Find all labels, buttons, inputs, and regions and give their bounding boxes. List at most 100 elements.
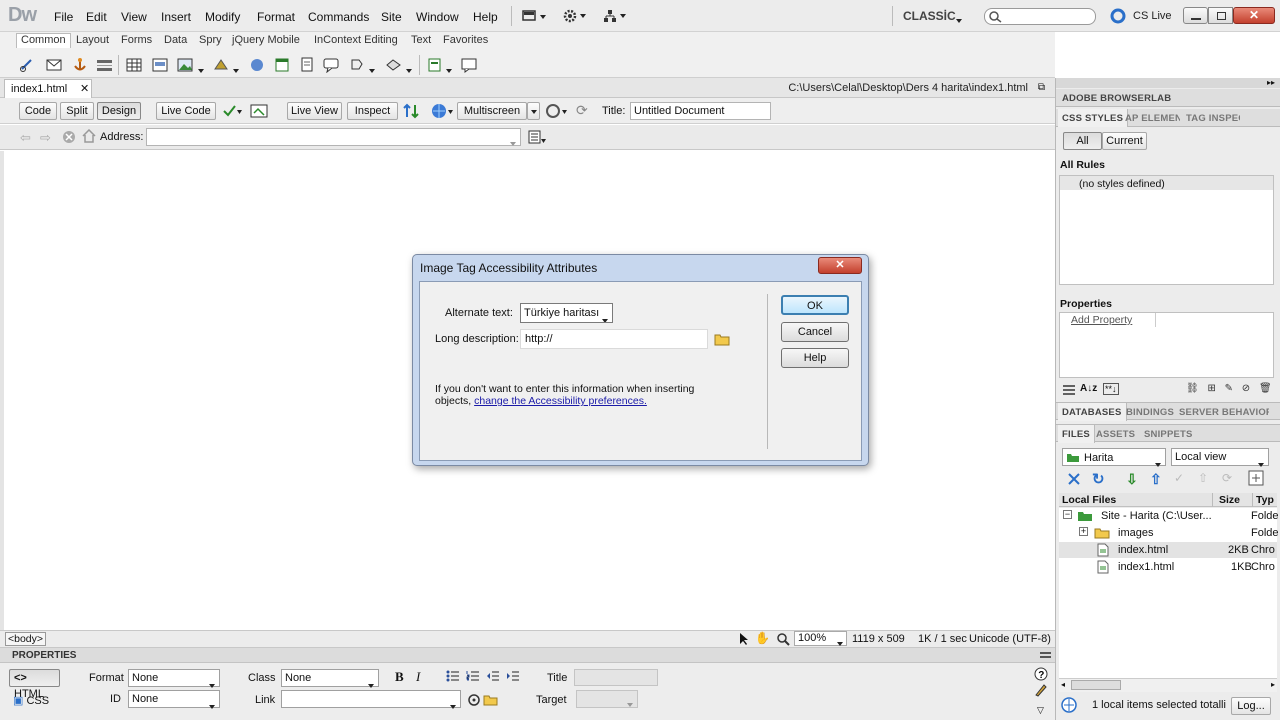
table-icon[interactable] [126, 57, 143, 73]
browserlab-header[interactable]: ADOBE BROWSERLAB [1056, 89, 1280, 107]
check-browser-icon[interactable] [222, 103, 244, 122]
ok-button[interactable]: OK [781, 295, 849, 315]
point-to-file-icon[interactable] [467, 693, 481, 710]
gear-icon[interactable] [563, 8, 589, 27]
tab-tag-inspector[interactable]: TAG INSPECTOR [1186, 113, 1240, 124]
help-search-input[interactable] [984, 8, 1096, 25]
insert-tab-data[interactable]: Data [161, 34, 190, 46]
css-all-button[interactable]: All [1063, 132, 1102, 150]
tab-ap-elements[interactable]: AP ELEMENTS [1125, 113, 1180, 124]
templates-icon[interactable] [427, 57, 444, 73]
layout-icon[interactable] [522, 9, 548, 26]
forward-icon[interactable]: ⇨ [40, 130, 51, 146]
window-size[interactable]: 1119 x 509 [852, 633, 905, 645]
insert-tab-common[interactable]: Common [16, 33, 71, 48]
named-anchor-icon[interactable] [72, 57, 89, 73]
file-management-icon[interactable] [403, 103, 425, 122]
insert-tab-favorites[interactable]: Favorites [440, 34, 491, 46]
inspect-button[interactable]: Inspect [347, 102, 398, 120]
cs-live-label[interactable]: CS Live [1133, 10, 1172, 22]
list-item[interactable]: + images Folde [1059, 525, 1279, 541]
widget-icon[interactable] [249, 57, 266, 73]
menu-window[interactable]: Window [416, 10, 459, 24]
collapse-dock-icon[interactable]: ▸▸ [1267, 78, 1275, 87]
indent-icon[interactable] [506, 670, 520, 685]
insert-tab-text[interactable]: Text [408, 34, 434, 46]
insert-tab-spry[interactable]: Spry [196, 34, 225, 46]
comment-icon[interactable] [323, 57, 340, 74]
image-icon[interactable] [177, 57, 194, 73]
email-link-icon[interactable] [46, 57, 63, 73]
server-side-include-icon[interactable] [299, 57, 316, 73]
css-rules-list[interactable]: (no styles defined) [1059, 175, 1274, 285]
media-icon[interactable] [213, 57, 230, 73]
quick-tag-editor-icon[interactable] [1034, 683, 1048, 700]
site-manager-icon[interactable] [603, 8, 629, 27]
css-rule-tools[interactable]: ⛓ ⊞ ✎ ⊘ 🗑 [1186, 383, 1275, 394]
address-input[interactable] [146, 128, 521, 146]
menu-site[interactable]: Site [381, 10, 402, 24]
alt-text-input[interactable]: Türkiye haritası [520, 303, 613, 323]
target-select[interactable] [576, 690, 638, 708]
tab-files[interactable]: FILES [1058, 425, 1095, 443]
browse-folder-icon[interactable] [483, 693, 499, 709]
tab-bindings[interactable]: BINDINGS [1126, 407, 1174, 418]
design-view-button[interactable]: Design [97, 102, 141, 120]
expand-files-icon[interactable] [1248, 470, 1264, 489]
menu-insert[interactable]: Insert [161, 10, 191, 24]
files-scrollbar[interactable]: ◂ ▸ [1059, 678, 1277, 692]
date-icon[interactable] [274, 57, 291, 73]
tab-css-styles[interactable]: CSS STYLES [1058, 109, 1129, 127]
tag-selector-body[interactable]: <body> [5, 632, 47, 646]
html-mode-button[interactable]: <> HTML [9, 669, 60, 700]
close-window-button[interactable]: ✕ [1233, 7, 1275, 24]
code-view-button[interactable]: Code [19, 102, 57, 120]
multiscreen-button[interactable]: Multiscreen [457, 102, 527, 120]
menu-format[interactable]: Format [257, 10, 295, 24]
unordered-list-icon[interactable] [446, 670, 460, 685]
split-view-button[interactable]: Split [60, 102, 94, 120]
format-select[interactable]: None [128, 669, 220, 688]
type-col[interactable]: Typ [1256, 494, 1274, 506]
size-col[interactable]: Size [1219, 494, 1240, 506]
long-description-input[interactable]: http:// [520, 329, 708, 349]
menu-commands[interactable]: Commands [308, 10, 369, 24]
tab-assets[interactable]: ASSETS [1096, 429, 1135, 440]
put-files-icon[interactable]: ⇧ [1150, 471, 1162, 488]
close-tab-icon[interactable]: ✕ [80, 82, 89, 95]
tab-snippets[interactable]: SNIPPETS [1144, 429, 1193, 440]
tag-chooser-icon[interactable] [461, 57, 478, 73]
visual-aids-icon[interactable] [250, 103, 272, 122]
live-view-button[interactable]: Live View [287, 102, 342, 120]
synchronize-icon[interactable]: ⟳ [1222, 471, 1232, 485]
menu-help[interactable]: Help [473, 10, 498, 24]
italic-button[interactable]: I [416, 669, 420, 685]
check-in-icon[interactable]: ⇧ [1198, 471, 1208, 485]
restore-button[interactable] [1208, 7, 1233, 24]
accessibility-preferences-link[interactable]: change the Accessibility preferences. [474, 395, 647, 407]
tab-databases[interactable]: DATABASES [1058, 403, 1127, 421]
insert-tab-forms[interactable]: Forms [118, 34, 155, 46]
script-icon[interactable] [385, 57, 402, 73]
expand-properties-icon[interactable]: ▽ [1037, 705, 1044, 716]
browse-options-icon[interactable] [528, 129, 548, 148]
workspace-switcher[interactable]: CLASSİC [903, 9, 956, 23]
preview-browser-icon[interactable] [431, 103, 455, 122]
list-item[interactable]: index1.html 1KB Chro [1059, 559, 1277, 575]
help-button[interactable]: Help [781, 348, 849, 368]
live-code-button[interactable]: Live Code [156, 102, 216, 120]
workspace-dropdown-icon[interactable] [956, 14, 962, 26]
link-input[interactable] [281, 690, 461, 709]
insert-tab-jquery-mobile[interactable]: jQuery Mobile [229, 34, 303, 46]
stop-icon[interactable] [62, 130, 76, 147]
title-input[interactable]: Untitled Document [630, 102, 771, 120]
back-icon[interactable]: ⇦ [20, 130, 31, 146]
local-files-col[interactable]: Local Files [1062, 494, 1116, 506]
menu-view[interactable]: View [121, 10, 147, 24]
ordered-list-icon[interactable] [466, 670, 480, 685]
connect-icon[interactable] [1066, 471, 1082, 490]
title-prop-input[interactable] [574, 669, 658, 686]
site-select[interactable]: Harita [1062, 448, 1166, 467]
list-item[interactable]: index.html 2KB Chro [1059, 542, 1277, 558]
list-item[interactable]: − Site - Harita (C:\User... Folde [1059, 508, 1279, 524]
